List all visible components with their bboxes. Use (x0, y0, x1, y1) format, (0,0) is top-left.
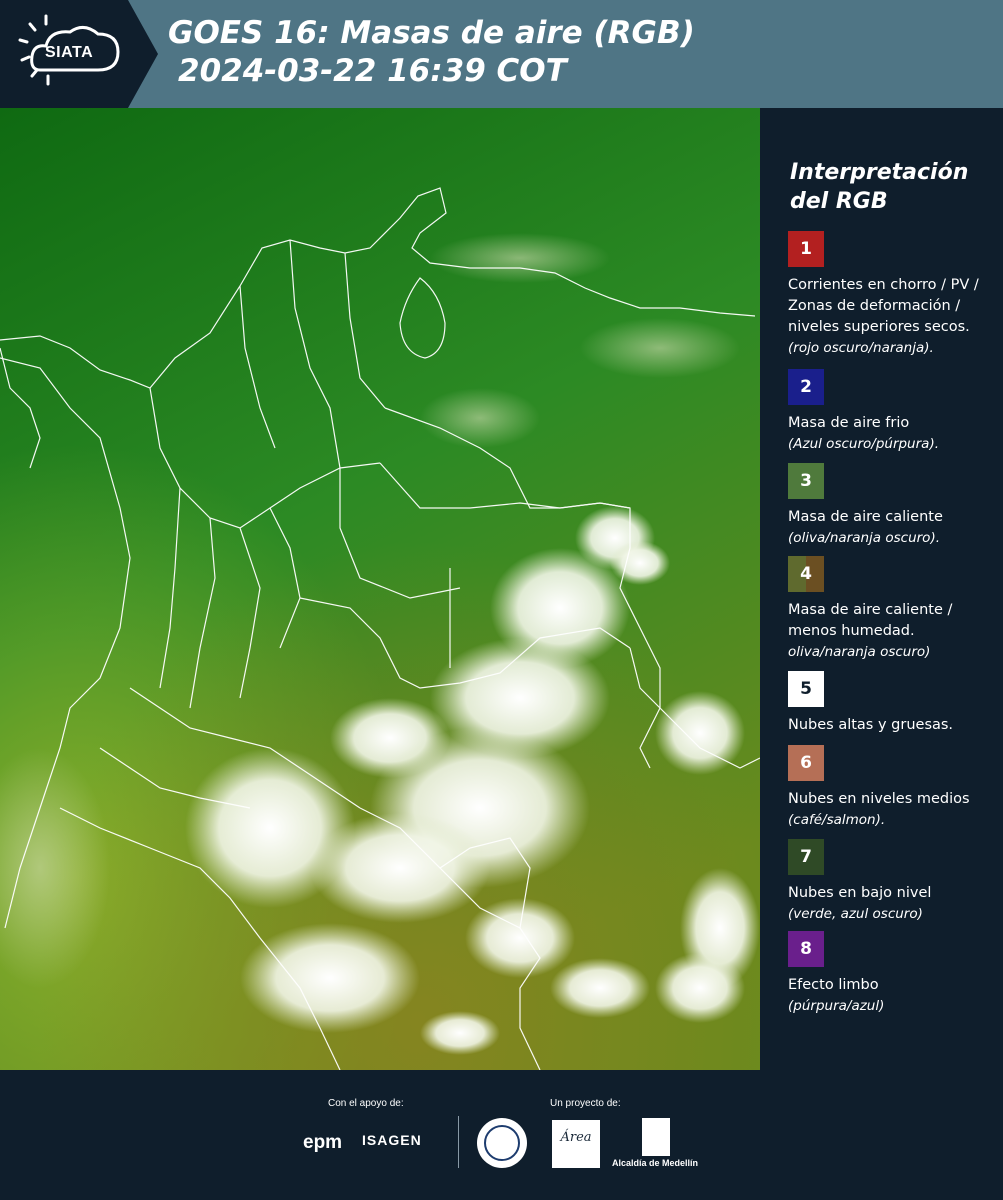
legend-note: (verde, azul oscuro) (788, 906, 923, 922)
footer-divider (458, 1116, 459, 1168)
legend-item-1: 1 Corrientes en chorro / PV / Zonas de d… (788, 231, 998, 359)
legend-number: 7 (800, 847, 812, 867)
legend-description: Nubes en niveles medios (café/salmon). (788, 789, 998, 831)
legend-label: Masa de aire frio (788, 415, 910, 431)
area-metropolitana-logo[interactable]: Área (552, 1120, 600, 1168)
legend-description: Masa de aire frio (Azul oscuro/púrpura). (788, 413, 998, 455)
legend-number: 8 (800, 939, 812, 959)
legend-number: 6 (800, 753, 812, 773)
legend-description: Masa de aire caliente / menos humedad. ol… (788, 600, 998, 663)
legend-item-8: 8 Efecto limbo (púrpura/azul) (788, 931, 998, 1017)
legend-number: 1 (800, 239, 812, 259)
legend-label: Corrientes en chorro / PV / Zonas de def… (788, 277, 979, 335)
legend-title: Interpretación del RGB (790, 160, 969, 214)
legend-label: Masa de aire caliente / menos humedad. (788, 602, 953, 639)
title-product: GOES 16: Masas de aire (RGB) (168, 15, 695, 51)
legend-swatch: 2 (788, 369, 824, 405)
legend-note: oliva/naranja oscuro) (788, 644, 931, 660)
legend-item-2: 2 Masa de aire frio (Azul oscuro/púrpura)… (788, 369, 998, 455)
legend-label: Nubes altas y gruesas. (788, 717, 954, 733)
legend-item-5: 5 Nubes altas y gruesas. (788, 671, 998, 736)
legend-swatch: 6 (788, 745, 824, 781)
isagen-logo[interactable]: ISAGEN (362, 1132, 422, 1148)
satellite-map[interactable] (0, 108, 760, 1070)
legend-swatch: 3 (788, 463, 824, 499)
legend-panel: Interpretación del RGB 1 Corrientes en c… (760, 108, 1003, 1070)
seal-ring-icon (484, 1125, 520, 1161)
legend-label: Masa de aire caliente (788, 509, 943, 525)
legend-swatch: 8 (788, 931, 824, 967)
legend-item-4: 4 Masa de aire caliente / menos humedad.… (788, 556, 998, 663)
epm-logo[interactable]: epm (303, 1132, 342, 1154)
alcaldia-label: Alcaldía de Medellín (612, 1158, 699, 1168)
legend-label: Efecto limbo (788, 977, 879, 993)
legend-note: (rojo oscuro/naranja). (788, 340, 934, 356)
legend-swatch: 4 (788, 556, 824, 592)
area-logo-text: Área (560, 1130, 592, 1145)
university-seal-logo[interactable] (477, 1118, 527, 1168)
header-bar: SIATA GOES 16: Masas de aire (RGB) 2024-… (0, 0, 1003, 108)
legend-item-7: 7 Nubes en bajo nivel (verde, azul oscuro… (788, 839, 998, 925)
alcaldia-shield-icon[interactable] (642, 1118, 670, 1156)
project-label: Un proyecto de: (550, 1098, 621, 1109)
legend-description: Nubes en bajo nivel (verde, azul oscuro) (788, 883, 998, 925)
legend-description: Corrientes en chorro / PV / Zonas de def… (788, 275, 998, 359)
siata-logo[interactable]: SIATA (0, 0, 158, 108)
footer: Con el apoyo de: Un proyecto de: epm ISA… (0, 1070, 1003, 1200)
legend-number: 3 (800, 471, 812, 491)
legend-label: Nubes en niveles medios (788, 791, 970, 807)
title-timestamp: 2024-03-22 16:39 COT (178, 53, 567, 89)
legend-description: Nubes altas y gruesas. (788, 715, 998, 736)
support-label: Con el apoyo de: (328, 1098, 404, 1109)
legend-number: 5 (800, 679, 812, 699)
legend-description: Efecto limbo (púrpura/azul) (788, 975, 998, 1017)
legend-item-3: 3 Masa de aire caliente (oliva/naranja os… (788, 463, 998, 549)
legend-note: (Azul oscuro/púrpura). (788, 436, 939, 452)
legend-note: (oliva/naranja oscuro). (788, 530, 941, 546)
legend-note: (café/salmon). (788, 812, 886, 828)
legend-description: Masa de aire caliente (oliva/naranja oscu… (788, 507, 998, 549)
legend-swatch: 5 (788, 671, 824, 707)
legend-swatch: 1 (788, 231, 824, 267)
legend-label: Nubes en bajo nivel (788, 885, 932, 901)
legend-number: 4 (800, 564, 812, 584)
legend-swatch: 7 (788, 839, 824, 875)
page-title: GOES 16: Masas de aire (RGB) 2024-03-22 … (168, 14, 695, 90)
siata-logo-text: SIATA (45, 44, 94, 61)
legend-item-6: 6 Nubes en niveles medios (café/salmon). (788, 745, 998, 831)
legend-number: 2 (800, 377, 812, 397)
legend-note: (púrpura/azul) (788, 998, 885, 1014)
